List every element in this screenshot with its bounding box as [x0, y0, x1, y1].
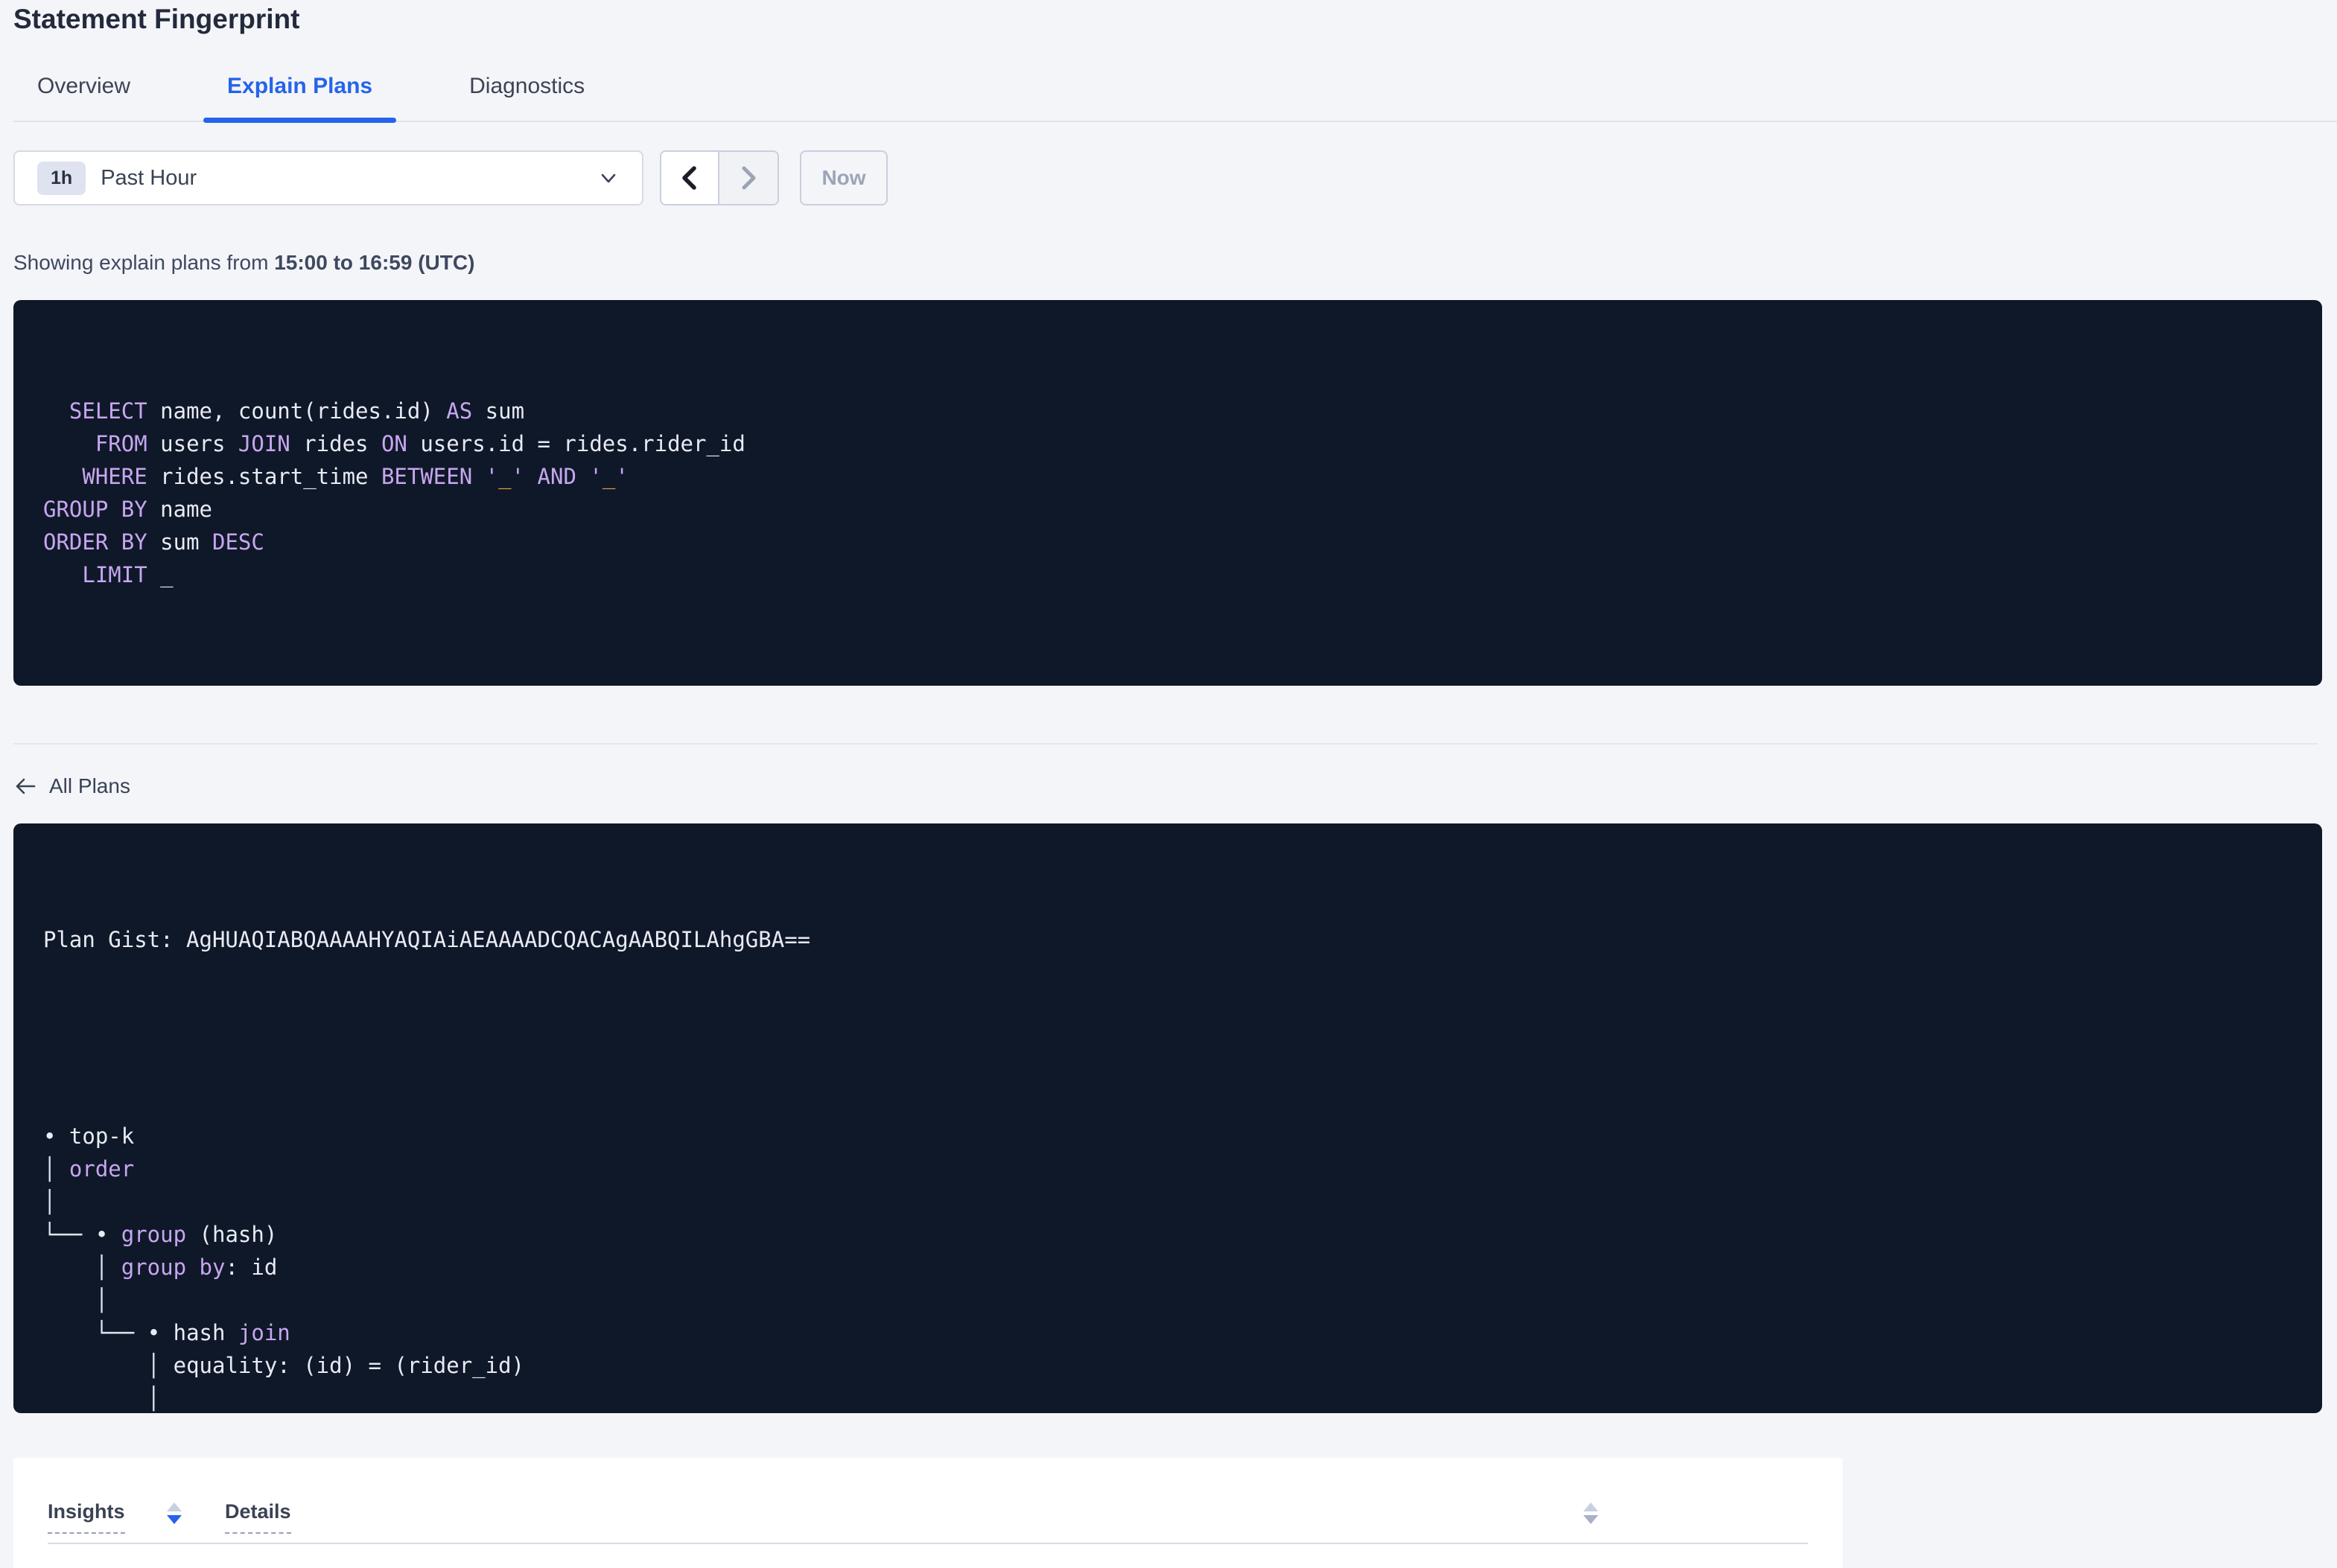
sort-up-arrow — [166, 1502, 182, 1511]
page-content: Statement Fingerprint Overview Explain P… — [0, 0, 2337, 1568]
sql-code: SELECT name, count(rides.id) AS sum FROM… — [43, 398, 745, 587]
chevron-down-icon — [597, 167, 620, 189]
now-button[interactable]: Now — [800, 150, 888, 205]
time-range-label: Past Hour — [101, 165, 197, 190]
all-plans-label: All Plans — [49, 774, 130, 797]
chevron-right-icon — [742, 166, 756, 190]
time-range-badge: 1h — [37, 161, 86, 195]
tab-diagnostics[interactable]: Diagnostics — [445, 73, 608, 121]
page-title: Statement Fingerprint — [13, 4, 300, 34]
insights-table-header: Insights Details — [48, 1458, 1808, 1534]
sort-icon-details[interactable] — [1583, 1502, 1598, 1534]
gist-spacer — [43, 1022, 2292, 1054]
section-divider — [13, 743, 2318, 745]
tab-explain-plans[interactable]: Explain Plans — [203, 73, 397, 123]
insights-table-panel: Insights Details Create Index S — [13, 1458, 1842, 1568]
details-header-label: Details — [225, 1500, 291, 1534]
table-row: Create Index Statement Fingerprint: SELE… — [48, 1544, 1808, 1568]
showing-plans-summary: Showing explain plans from 15:00 to 16:5… — [13, 250, 2337, 275]
all-plans-back-link[interactable]: All Plans — [13, 771, 130, 801]
chevron-left-icon — [682, 166, 696, 190]
time-controls: 1h Past Hour Now — [13, 150, 2337, 205]
sql-statement-block: SELECT name, count(rides.id) AS sum FROM… — [13, 300, 2322, 686]
tab-bar: Overview Explain Plans Diagnostics — [13, 73, 2337, 123]
back-arrow-icon — [16, 778, 36, 794]
tab-overview[interactable]: Overview — [13, 73, 154, 121]
plan-gist-header: Plan Gist: AgHUAQIABQAAAAHYAQIAiAEAAAADC… — [43, 927, 811, 952]
sort-up-arrow — [1583, 1502, 1598, 1511]
insights-header-label: Insights — [48, 1500, 125, 1534]
details-column-header[interactable]: Details — [225, 1500, 1598, 1534]
next-time-button[interactable] — [719, 152, 778, 204]
sort-icon-insights[interactable] — [166, 1502, 182, 1534]
time-nav-buttons — [660, 150, 779, 205]
sort-down-arrow — [1583, 1515, 1598, 1524]
summary-prefix: Showing explain plans from — [13, 251, 275, 274]
summary-time-range: 15:00 to 16:59 (UTC) — [274, 251, 475, 274]
sort-down-arrow — [166, 1515, 182, 1524]
plan-gist-block: Plan Gist: AgHUAQIABQAAAAHYAQIAiAEAAAADC… — [13, 823, 2322, 1413]
plan-tree: • top-k │ order │ └── • group (hash) │ grou… — [43, 1124, 525, 1411]
time-range-dropdown[interactable]: 1h Past Hour — [13, 150, 643, 205]
insights-column-header[interactable]: Insights — [48, 1500, 225, 1534]
previous-time-button[interactable] — [661, 152, 719, 204]
